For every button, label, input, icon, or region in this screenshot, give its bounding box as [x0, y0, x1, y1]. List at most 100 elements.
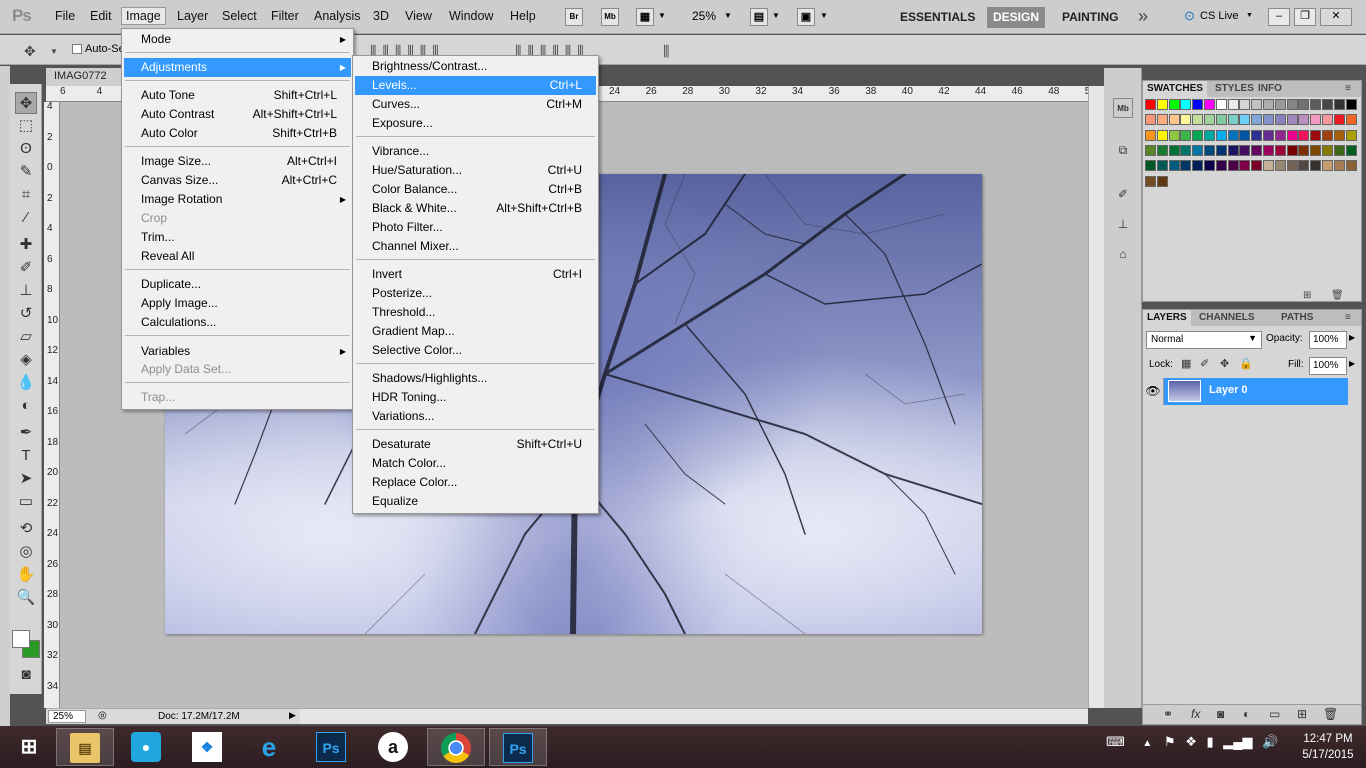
menu-view[interactable]: View — [405, 9, 432, 23]
eraser-tool-icon[interactable]: ▱ — [15, 326, 37, 348]
brush-tool-icon[interactable]: ✐ — [15, 257, 37, 279]
color-swatch[interactable] — [1168, 114, 1180, 126]
workspace-painting[interactable]: PAINTING — [1056, 7, 1124, 28]
menu-window[interactable]: Window — [449, 9, 493, 23]
new-swatch-icon[interactable]: ⊞ — [1303, 290, 1311, 301]
history-brush-tool-icon[interactable]: ↺ — [15, 303, 37, 325]
menu-item-brightness-contrast[interactable]: Brightness/Contrast... — [355, 57, 596, 76]
panel-menu-icon[interactable]: ≡ — [1341, 310, 1355, 326]
color-swatch[interactable] — [1251, 114, 1263, 126]
menu-item-hue-saturation[interactable]: Hue/Saturation... Ctrl+U — [355, 161, 596, 180]
color-swatch[interactable] — [1156, 99, 1168, 110]
color-swatch[interactable] — [1145, 129, 1156, 141]
hand-tool-icon[interactable]: ✋ — [15, 564, 37, 586]
cslive-button[interactable]: CS Live — [1200, 10, 1239, 22]
color-swatch[interactable] — [1192, 129, 1204, 141]
zoom-tool-icon[interactable]: 🔍 — [15, 587, 37, 609]
color-swatch[interactable] — [1333, 99, 1345, 110]
type-tool-icon[interactable]: T — [15, 445, 37, 467]
status-info-icon[interactable]: ◎ — [98, 710, 107, 721]
color-swatch[interactable] — [1345, 160, 1357, 172]
color-swatch[interactable] — [1215, 144, 1227, 156]
menu-item-posterize[interactable]: Posterize... — [355, 284, 596, 303]
color-swatch[interactable] — [1227, 144, 1239, 156]
color-swatch[interactable] — [1156, 114, 1168, 126]
color-swatch[interactable] — [1251, 144, 1263, 156]
tab-styles[interactable]: STYLES — [1211, 81, 1258, 97]
menu-item-black-white[interactable]: Black & White... Alt+Shift+Ctrl+B — [355, 199, 596, 218]
tab-swatches[interactable]: SWATCHES — [1143, 81, 1207, 97]
minimize-button[interactable]: – — [1268, 8, 1290, 26]
menu-item-shadows-highlights[interactable]: Shadows/Highlights... — [355, 369, 596, 388]
color-swatch[interactable] — [1180, 99, 1192, 110]
clone-stamp-tool-icon[interactable]: ⊥ — [15, 280, 37, 302]
color-swatch[interactable] — [1310, 160, 1322, 172]
crop-tool-icon[interactable]: ⌗ — [15, 184, 37, 206]
color-swatch[interactable] — [1345, 114, 1357, 126]
color-swatch[interactable] — [1239, 144, 1251, 156]
flag-icon[interactable]: ⚑ — [1164, 734, 1176, 749]
layer-row[interactable]: 👁 Layer 0 — [1143, 378, 1348, 405]
color-swatch[interactable] — [1204, 160, 1215, 172]
status-menu-arrow-icon[interactable]: ▶ — [289, 710, 296, 721]
color-swatch[interactable] — [1263, 129, 1274, 141]
dodge-tool-icon[interactable]: ◐ — [15, 395, 37, 417]
panel-menu-icon[interactable]: ≡ — [1341, 81, 1355, 97]
color-swatch[interactable] — [1274, 114, 1286, 126]
taskbar-photoshop-running[interactable]: Ps — [489, 728, 547, 766]
arrange-documents-icon[interactable]: ▤ — [750, 8, 768, 26]
vertical-scrollbar[interactable] — [1088, 86, 1104, 708]
path-selection-tool-icon[interactable]: ➤ — [15, 468, 37, 490]
color-swatch[interactable] — [1274, 144, 1286, 156]
color-swatch[interactable] — [1145, 160, 1156, 172]
minibridge-button[interactable]: Mb — [601, 8, 619, 26]
layer-style-icon[interactable]: fx — [1191, 707, 1200, 721]
foreground-color-swatch[interactable] — [12, 630, 30, 648]
quick-selection-tool-icon[interactable]: ✎ — [15, 161, 37, 183]
blur-tool-icon[interactable]: 💧 — [15, 372, 37, 394]
color-swatch[interactable] — [1168, 99, 1180, 110]
color-swatch[interactable] — [1333, 114, 1345, 126]
brush-presets-icon[interactable]: ✐ — [1113, 184, 1133, 204]
color-swatch[interactable] — [1333, 144, 1345, 156]
fill-input[interactable]: 100% — [1309, 357, 1347, 375]
menu-item-match-color[interactable]: Match Color... — [355, 454, 596, 473]
layer-mask-icon[interactable]: ◙ — [1217, 707, 1224, 721]
chevron-down-icon[interactable]: ▼ — [658, 11, 666, 20]
color-swatch[interactable] — [1192, 144, 1204, 156]
color-swatch[interactable] — [1145, 175, 1156, 187]
menu-item-invert[interactable]: Invert Ctrl+I — [355, 265, 596, 284]
auto-select-checkbox[interactable]: Auto-Se — [72, 43, 125, 55]
menu-layer[interactable]: Layer — [177, 9, 208, 23]
screen-mode-icon[interactable]: ▣ — [797, 8, 815, 26]
menu-item-variables[interactable]: Variables ▶ — [124, 342, 351, 361]
color-swatch[interactable] — [1322, 144, 1333, 156]
dropbox-tray-icon[interactable]: ❖ — [1185, 734, 1197, 749]
menu-item-image-rotation[interactable]: Image Rotation ▶ — [124, 190, 351, 209]
tab-info[interactable]: INFO — [1254, 81, 1286, 97]
menu-item-equalize[interactable]: Equalize — [355, 492, 596, 511]
menu-item-exposure[interactable]: Exposure... — [355, 114, 596, 133]
color-swatch[interactable] — [1322, 99, 1333, 110]
color-swatch[interactable] — [1204, 129, 1215, 141]
menu-analysis[interactable]: Analysis — [314, 9, 361, 23]
document-tab[interactable]: IMAG0772 — [46, 68, 124, 86]
color-swatch[interactable] — [1192, 99, 1204, 110]
color-swatch[interactable] — [1322, 160, 1333, 172]
color-swatch[interactable] — [1263, 114, 1274, 126]
eye-icon[interactable]: 👁 — [1143, 378, 1164, 405]
color-swatch[interactable] — [1274, 160, 1286, 172]
color-swatch[interactable] — [1322, 129, 1333, 141]
minibridge-panel-icon[interactable]: Mb — [1113, 98, 1133, 118]
color-swatch[interactable] — [1298, 99, 1310, 110]
menu-item-canvas-size[interactable]: Canvas Size... Alt+Ctrl+C — [124, 171, 351, 190]
chevron-down-icon[interactable]: ▼ — [820, 11, 828, 20]
clone-source-icon[interactable]: ⊥ — [1113, 214, 1133, 234]
workspace-design[interactable]: DESIGN — [987, 7, 1046, 28]
opacity-input[interactable]: 100% — [1309, 331, 1347, 349]
color-swatch[interactable] — [1263, 99, 1274, 110]
color-swatch[interactable] — [1145, 99, 1156, 110]
color-swatch[interactable] — [1298, 160, 1310, 172]
trash-icon[interactable]: 🗑 — [1323, 707, 1338, 721]
chevron-down-icon[interactable]: ▼ — [1246, 12, 1253, 19]
